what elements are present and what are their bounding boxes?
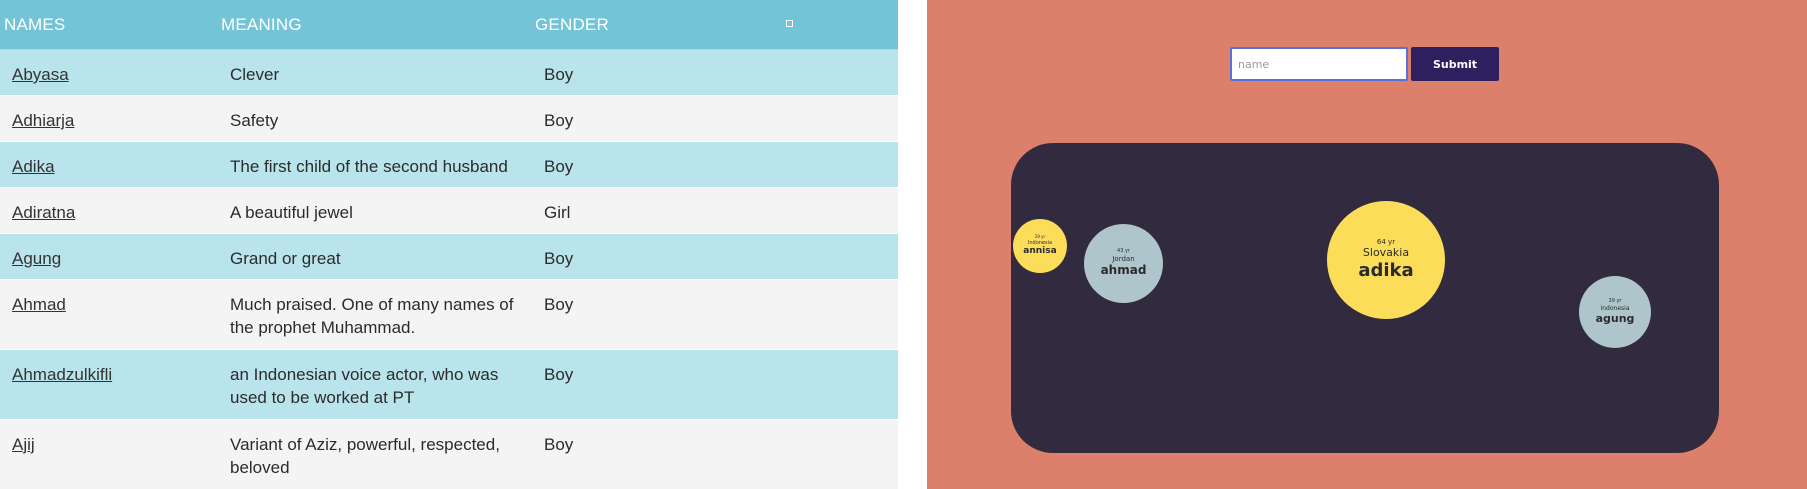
name-link[interactable]: Adiratna: [12, 201, 75, 224]
table-body: Abyasa Clever Boy Adhiarja Safety Boy Ad…: [0, 50, 898, 489]
table-row: Ahmad Much praised. One of many names of…: [0, 280, 898, 350]
name-link[interactable]: Ahmad: [12, 293, 66, 316]
gender-cell: Girl: [544, 203, 571, 222]
meaning-cell: Much praised. One of many names of the p…: [230, 295, 514, 337]
names-table: NAMES MEANING GENDER Abyasa Clever Boy A…: [0, 0, 898, 489]
gender-cell: Boy: [544, 111, 574, 130]
meaning-cell: The first child of the second husband: [230, 157, 508, 176]
gender-cell: Boy: [544, 249, 574, 268]
name-link[interactable]: Adhiarja: [12, 109, 74, 132]
bubble-adika[interactable]: 64 yr Slovakia adika: [1327, 201, 1445, 319]
meaning-cell: an Indonesian voice actor, who was used …: [230, 365, 499, 407]
meaning-cell: Variant of Aziz, powerful, respected, be…: [230, 435, 500, 477]
name-input[interactable]: [1230, 47, 1408, 81]
meaning-cell: A beautiful jewel: [230, 203, 353, 222]
gender-cell: Boy: [544, 365, 574, 384]
table-row: Adika The first child of the second husb…: [0, 142, 898, 188]
bubble-name: adika: [1358, 259, 1414, 281]
table-row: Ajij Variant of Aziz, powerful, respecte…: [0, 420, 898, 489]
bubble-annisa[interactable]: 29 yr Indonesia annisa: [1013, 219, 1067, 273]
column-header-meaning: MEANING: [221, 15, 302, 34]
table-row: Adiratna A beautiful jewel Girl: [0, 188, 898, 234]
bubble-ahmad[interactable]: 43 yr Jordan ahmad: [1084, 224, 1163, 303]
name-link[interactable]: Ajij: [12, 433, 35, 456]
column-header-gender: GENDER: [535, 15, 609, 34]
bubble-stage: 29 yr Indonesia annisa 43 yr Jordan ahma…: [1011, 143, 1719, 453]
name-link[interactable]: Ahmadzulkifli: [12, 363, 112, 386]
column-header-names: NAMES: [4, 15, 66, 34]
bubble-name: annisa: [1023, 245, 1057, 256]
table-row: Adhiarja Safety Boy: [0, 96, 898, 142]
bubble-panel: Submit 29 yr Indonesia annisa 43 yr Jord…: [927, 0, 1807, 489]
gender-cell: Boy: [544, 295, 574, 314]
name-link[interactable]: Abyasa: [12, 63, 69, 86]
table-row: Ahmadzulkifli an Indonesian voice actor,…: [0, 350, 898, 420]
bubble-country: Jordan: [1112, 254, 1135, 263]
panel-divider: [898, 0, 927, 489]
bubble-country: Slovakia: [1362, 246, 1410, 260]
table-row: Abyasa Clever Boy: [0, 50, 898, 96]
bubble-country: Indonesia: [1600, 304, 1630, 312]
meaning-cell: Grand or great: [230, 249, 341, 268]
gender-cell: Boy: [544, 65, 574, 84]
meaning-cell: Clever: [230, 65, 280, 84]
meaning-cell: Safety: [230, 111, 279, 130]
name-link[interactable]: Adika: [12, 155, 55, 178]
bubble-name: ahmad: [1100, 263, 1147, 278]
bubble-name: agung: [1595, 311, 1635, 325]
gender-cell: Boy: [544, 435, 574, 454]
gender-cell: Boy: [544, 157, 574, 176]
submit-button[interactable]: Submit: [1411, 47, 1499, 81]
bubble-agung[interactable]: 39 yr Indonesia agung: [1579, 276, 1651, 348]
bubble-age: 64 yr: [1376, 237, 1396, 246]
name-link[interactable]: Agung: [12, 247, 61, 270]
table-row: Agung Grand or great Boy: [0, 234, 898, 280]
table-header: NAMES MEANING GENDER: [0, 0, 898, 50]
square-toggle-icon[interactable]: [786, 20, 793, 27]
